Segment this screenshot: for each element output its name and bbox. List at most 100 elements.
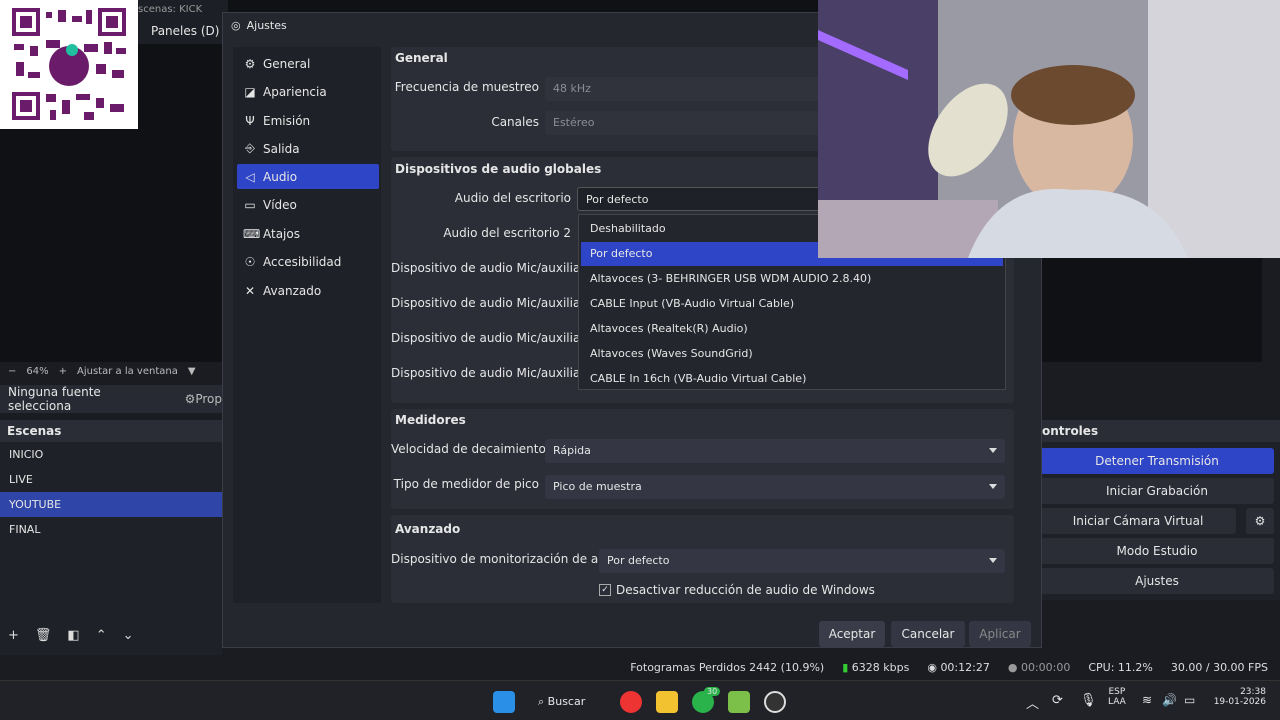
nav-emision[interactable]: Ψ Emisión [237,108,379,133]
dialog-title: Ajustes [246,18,287,32]
app-icon[interactable] [728,691,750,713]
properties-button[interactable]: ⚙Prop [185,392,222,406]
dropdown-option[interactable]: Altavoces (3- BEHRINGER USB WDM AUDIO 2.… [581,267,1003,291]
apply-button[interactable]: Aplicar [969,621,1031,647]
section-title: Avanzado [395,522,461,536]
obs-logo-icon: ◎ [231,18,241,32]
record-icon: ● [1007,661,1018,674]
notification-badge: 30 [704,687,721,696]
chrome-icon[interactable] [620,691,642,713]
nav-label: General [263,56,311,71]
status-bar: Fotogramas Perdidos 2442 (10.9%) ▮ 6328 … [0,655,1280,680]
wrench-icon: ✕ [244,283,256,298]
section-title: General [395,51,448,65]
accept-button[interactable]: Aceptar [819,621,885,647]
decay-value: Rápida [553,444,591,457]
peak-label: Tipo de medidor de pico [393,477,539,491]
qr-code-image [0,0,138,129]
scene-item[interactable]: INICIO [0,442,222,467]
up-icon[interactable]: ⌃ [96,628,107,650]
mic-aux-2-label: Dispositivo de audio Mic/auxiliar 2 [391,296,597,310]
controls-panel: ontroles Detener Transmisión Iniciar Gra… [1040,420,1280,600]
chevron-down-icon [989,484,997,489]
nav-label: Avanzado [263,283,322,298]
studio-mode-button[interactable]: Modo Estudio [1040,538,1274,564]
nav-avanzado[interactable]: ✕ Avanzado [237,278,379,303]
nav-label: Audio [263,169,298,184]
stop-stream-button[interactable]: Detener Transmisión [1040,448,1274,474]
speaker-icon: ◁ [245,169,255,184]
nav-label: Vídeo [263,197,297,212]
monitor-value: Por defecto [607,554,670,567]
nav-apariencia[interactable]: ◪ Apariencia [237,79,379,104]
battery-icon[interactable]: ▭ [1184,693,1195,707]
search-button[interactable]: ⌕ Buscar [538,691,596,713]
scene-item[interactable]: LIVE [0,467,222,492]
monitor-select[interactable]: Por defecto [599,549,1005,573]
nav-salida[interactable]: ⎆ Salida [237,136,379,161]
checkbox-checked-icon[interactable]: ✓ [599,584,611,596]
chevron-down-icon [989,558,997,563]
gear-icon[interactable]: ⚙ [1246,508,1274,534]
scene-collection-text: scenas: KICK [138,4,203,15]
chevron-down-icon [989,448,997,453]
mic-aux-3-label: Dispositivo de audio Mic/auxiliar 3 [391,331,597,345]
peak-select[interactable]: Pico de muestra [545,475,1005,499]
bitrate: 6328 kbps [851,661,910,674]
trash-icon[interactable]: 🗑 [35,628,52,650]
peak-value: Pico de muestra [553,480,642,493]
signal-icon: ▮ [842,661,849,674]
dropdown-option[interactable]: CABLE In 16ch (VB-Audio Virtual Cable) [581,367,1003,391]
filter-icon[interactable]: ◧ [67,628,79,650]
stream-time: 00:12:27 [940,661,990,674]
obs-icon[interactable] [764,691,786,713]
palette-icon: ◪ [244,84,256,99]
settings-button[interactable]: Ajustes [1040,568,1274,594]
windows-start-icon[interactable] [493,691,515,713]
nav-general[interactable]: ⚙ General [237,51,379,76]
paneles-menu[interactable]: Paneles (D) [151,24,219,38]
desktop-audio-label: Audio del escritorio [454,191,571,205]
stream-icon: ◉ [927,661,937,674]
date: 19-01-2026 [1213,697,1266,707]
meters-section: Medidores Velocidad de decaimiento Rápid… [391,409,1014,509]
add-icon[interactable]: + [8,628,19,650]
down-icon[interactable]: ⌄ [123,628,134,650]
zoom-out-button[interactable]: − [8,366,16,377]
language-indicator[interactable]: ESP LAA [1108,687,1126,707]
start-recording-button[interactable]: Iniciar Grabación [1040,478,1274,504]
nav-atajos[interactable]: ⌨ Atajos [237,221,379,246]
nav-video[interactable]: ▭ Vídeo [237,192,379,217]
gear-icon: ⚙ [244,56,256,71]
sync-icon[interactable]: ⟳ [1052,693,1063,708]
fit-window-button[interactable]: Ajustar a la ventana [77,366,178,377]
scene-toolbar: + 🗑 ◧ ⌃ ⌄ [0,628,222,650]
ducking-label: Desactivar reducción de audio de Windows [616,583,875,597]
volume-icon[interactable]: 🔊 [1162,693,1177,707]
monitor-icon: ▭ [244,197,256,212]
gear-icon: ⚙ [184,392,196,406]
keyboard-icon: ⌨ [243,226,261,241]
folder-icon[interactable] [656,691,678,713]
dropdown-option[interactable]: Altavoces (Waves SoundGrid) [581,342,1003,366]
dropdown-option[interactable]: Altavoces (Realtek(R) Audio) [581,317,1003,341]
scene-item[interactable]: YOUTUBE [0,492,222,517]
nav-audio[interactable]: ◁ Audio [237,164,379,189]
ducking-checkbox-row[interactable]: ✓ Desactivar reducción de audio de Windo… [599,583,875,597]
wifi-icon[interactable]: ≋ [1142,693,1152,707]
dropped-frames: Fotogramas Perdidos 2442 (10.9%) [630,661,825,674]
clock[interactable]: 23:38 19-01-2026 [1210,687,1266,707]
tray-chevron-icon[interactable]: ︿ [1026,693,1039,712]
controls-title: ontroles [1040,420,1280,442]
decay-label: Velocidad de decaimiento [391,442,546,456]
cancel-button[interactable]: Cancelar [891,621,965,647]
virtual-camera-button[interactable]: Iniciar Cámara Virtual [1040,508,1236,534]
nav-label: Salida [263,141,300,156]
mic-icon[interactable]: 🎙 [1080,693,1097,708]
zoom-in-button[interactable]: + [59,366,67,377]
decay-select[interactable]: Rápida [545,439,1005,463]
chevron-down-icon[interactable]: ▼ [188,366,196,377]
scene-item[interactable]: FINAL [0,517,222,542]
dropdown-option[interactable]: CABLE Input (VB-Audio Virtual Cable) [581,292,1003,316]
nav-accesibilidad[interactable]: ☉ Accesibilidad [237,249,379,274]
